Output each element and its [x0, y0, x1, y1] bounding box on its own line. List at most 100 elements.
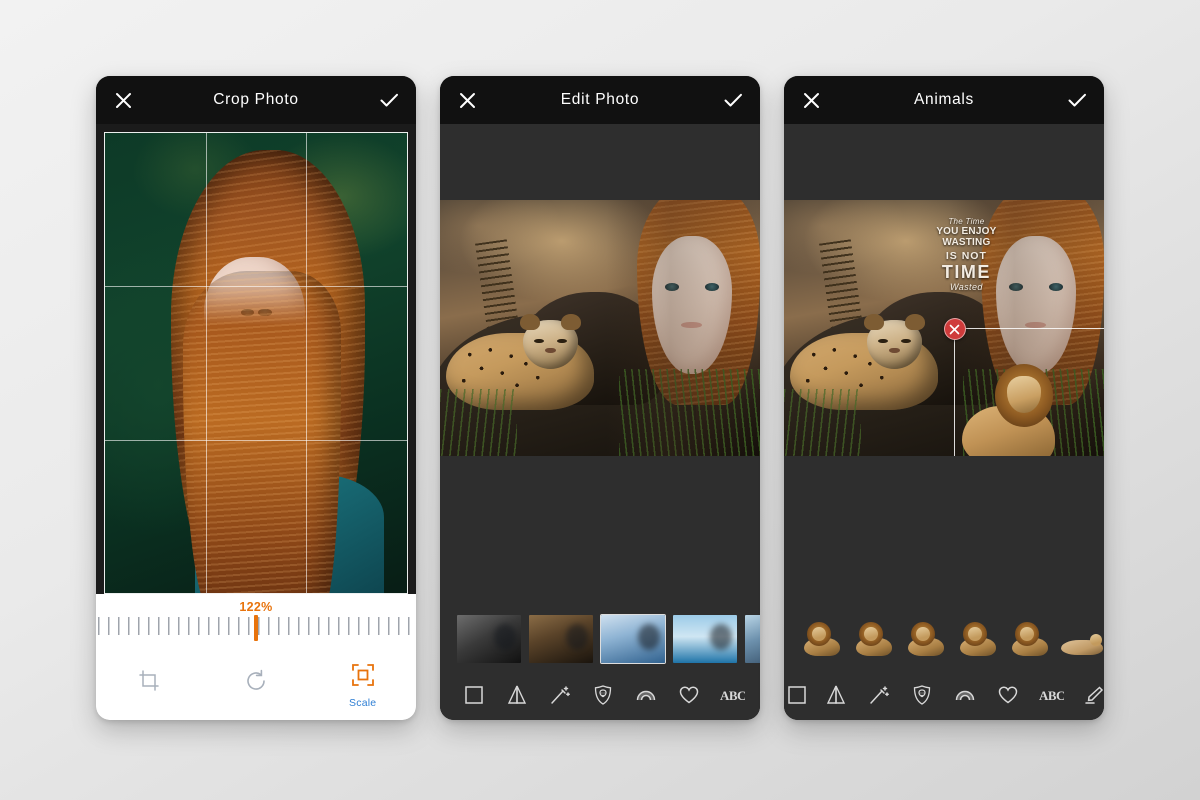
crop-icon: [137, 669, 161, 698]
stickers-tool[interactable]: [900, 675, 943, 715]
draw-tool[interactable]: [1072, 675, 1104, 715]
sticker-lion-prowling[interactable]: [1008, 616, 1054, 662]
text-tool[interactable]: ABC: [710, 675, 753, 715]
placed-lion-sticker[interactable]: [962, 357, 1070, 456]
crop-gridline-vertical-1: [205, 133, 207, 593]
animals-toolbar: ABC: [784, 670, 1104, 720]
mirror-tool[interactable]: [495, 675, 538, 715]
thumbnail-eagle-flight[interactable]: [744, 614, 760, 664]
draw-tool[interactable]: [753, 675, 760, 715]
crop-frame[interactable]: [104, 132, 408, 594]
stickers-tool[interactable]: [581, 675, 624, 715]
filmstrip[interactable]: [440, 608, 760, 670]
portrait-eye-right: [704, 282, 720, 292]
svg-text:ABC: ABC: [1039, 688, 1064, 703]
crop-header: Crop Photo: [96, 76, 416, 124]
scale-value-label: 122%: [239, 600, 273, 614]
edit-canvas[interactable]: [440, 124, 760, 608]
jaguar-eye-left: [878, 338, 888, 344]
edit-body: ABC: [440, 124, 760, 720]
portrait-eye-right: [1048, 282, 1064, 292]
heart-icon: [678, 684, 700, 706]
scale-icon: [351, 663, 375, 692]
rotate-tool[interactable]: [203, 665, 310, 703]
heart-icon: [997, 684, 1019, 706]
composite-image: The Time YOU ENJOY WASTING IS NOT TIME W…: [784, 200, 1104, 456]
jaguar-ear-left: [863, 313, 884, 331]
page-title: Animals: [913, 91, 975, 108]
crop-body: 122% Scale: [96, 124, 416, 720]
close-icon[interactable]: [454, 87, 480, 113]
rotate-icon: [244, 669, 268, 698]
close-icon[interactable]: [110, 87, 136, 113]
sticker-lion-sitting[interactable]: [800, 616, 846, 662]
jaguar-ear-right: [905, 313, 925, 331]
crop-tool[interactable]: [96, 665, 203, 703]
text-tool[interactable]: ABC: [1029, 675, 1072, 715]
check-icon[interactable]: [376, 87, 402, 113]
scale-ruler-indicator[interactable]: [254, 615, 258, 641]
shape-tool[interactable]: [986, 675, 1029, 715]
grass-left: [440, 389, 517, 456]
animals-canvas[interactable]: The Time YOU ENJOY WASTING IS NOT TIME W…: [784, 124, 1104, 608]
scale-tool-label: Scale: [349, 696, 377, 709]
thumbnail-blue-wolf-snow[interactable]: [600, 614, 666, 664]
grass-left: [784, 389, 861, 456]
effects-tool[interactable]: [857, 675, 900, 715]
jaguar-muzzle: [888, 347, 900, 353]
edit-photo-panel: Edit Photo ABC: [440, 76, 760, 720]
jaguar-ear-right: [561, 313, 581, 331]
thumbnail-dove-sky[interactable]: [672, 614, 738, 664]
square-frame-icon: [463, 684, 485, 706]
animals-panel: Animals The Time YOU ENJOY WASTING IS NO…: [784, 76, 1104, 720]
jaguar-muzzle: [544, 347, 556, 353]
lion-shield-icon: [592, 684, 614, 706]
crop-toolbar: Scale: [96, 647, 416, 720]
composite-image: [440, 200, 760, 456]
shape-tool[interactable]: [667, 675, 710, 715]
scale-tool[interactable]: Scale: [309, 659, 416, 709]
animals-body: The Time YOU ENJOY WASTING IS NOT TIME W…: [784, 124, 1104, 720]
pencil-icon: [1083, 684, 1105, 706]
sticker-strip[interactable]: [784, 608, 1104, 670]
arc-gradient-icon: [954, 684, 976, 706]
check-icon[interactable]: [720, 87, 746, 113]
mirror-flip-icon: [825, 684, 847, 706]
check-icon[interactable]: [1064, 87, 1090, 113]
sticker-lion-standing[interactable]: [904, 616, 950, 662]
thumbnail-jaguar-rocks[interactable]: [528, 614, 594, 664]
scale-ruler-section: 122%: [96, 594, 416, 647]
page-title: Crop Photo: [213, 91, 299, 108]
scale-ruler[interactable]: [96, 615, 416, 647]
edit-header: Edit Photo: [440, 76, 760, 124]
abc-text-icon: ABC: [719, 685, 745, 705]
screenshot-stage: Crop Photo 122% Scale Edit Photo ABC Ani…: [0, 0, 1200, 800]
crop-canvas[interactable]: [96, 124, 416, 594]
magic-wand-icon: [549, 684, 571, 706]
crop-gridline-vertical-2: [306, 133, 308, 593]
jaguar-eye-right: [556, 338, 567, 344]
grass-right: [619, 368, 760, 456]
jaguar-ear-left: [519, 313, 540, 331]
sticker-lion-lying[interactable]: [852, 616, 898, 662]
square-frame-icon: [786, 684, 808, 706]
frame-tool[interactable]: [452, 675, 495, 715]
delete-x-icon[interactable]: [943, 318, 966, 340]
portrait-eye-left: [1009, 282, 1024, 292]
sticker-lion-walking[interactable]: [956, 616, 1002, 662]
lion-shield-icon: [911, 684, 933, 706]
sticker-selection-frame[interactable]: [943, 318, 1104, 456]
mirror-flip-icon: [506, 684, 528, 706]
edit-toolbar: ABC: [440, 670, 760, 720]
effects-tool[interactable]: [538, 675, 581, 715]
sticker-tiger-resting[interactable]: [1060, 616, 1104, 662]
jaguar-eye-right: [900, 338, 911, 344]
gradient-tool[interactable]: [943, 675, 986, 715]
close-icon[interactable]: [798, 87, 824, 113]
gradient-tool[interactable]: [624, 675, 667, 715]
portrait-eye-left: [665, 282, 680, 292]
thumbnail-bw-wolf[interactable]: [456, 614, 522, 664]
mirror-tool[interactable]: [814, 675, 857, 715]
animals-header: Animals: [784, 76, 1104, 124]
frame-tool[interactable]: [784, 675, 814, 715]
